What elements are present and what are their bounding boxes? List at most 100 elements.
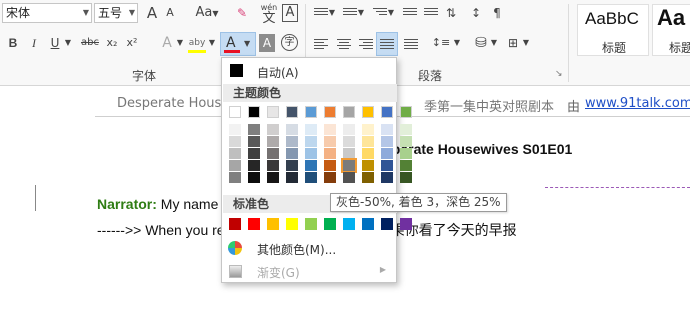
theme-shade-swatch[interactable] bbox=[267, 124, 279, 135]
standard-color-swatch[interactable] bbox=[324, 218, 336, 230]
theme-shade-swatch[interactable] bbox=[324, 172, 336, 183]
highlight-button[interactable]: aby bbox=[188, 33, 206, 53]
phonetic-guide-button[interactable]: wén 文 bbox=[258, 1, 280, 25]
theme-shade-swatch[interactable] bbox=[286, 160, 298, 171]
show-marks-button[interactable]: ¶ bbox=[489, 3, 505, 23]
theme-shade-swatch[interactable] bbox=[229, 160, 241, 171]
chinese-layout-button[interactable]: ⇅ bbox=[443, 3, 459, 23]
char-shading-button[interactable]: A bbox=[259, 34, 275, 52]
bold-button[interactable]: B bbox=[5, 33, 21, 53]
theme-shade-swatch[interactable] bbox=[400, 160, 412, 171]
gradient-option[interactable]: 渐变(G) ▶ bbox=[222, 262, 396, 282]
theme-shade-swatch[interactable] bbox=[343, 148, 355, 159]
theme-color-swatch[interactable] bbox=[400, 106, 412, 118]
enclose-char-button[interactable]: 字 bbox=[281, 34, 298, 51]
theme-shade-swatch[interactable] bbox=[324, 136, 336, 147]
theme-shade-swatch[interactable] bbox=[381, 124, 393, 135]
theme-shade-swatch[interactable] bbox=[362, 136, 374, 147]
shrink-font-button[interactable]: A bbox=[163, 3, 177, 23]
theme-shade-swatch[interactable] bbox=[400, 136, 412, 147]
justify-button[interactable] bbox=[376, 32, 398, 56]
bullets-icon[interactable] bbox=[314, 8, 328, 17]
align-right-icon[interactable] bbox=[359, 39, 373, 51]
dialog-launcher-icon[interactable]: ↘ bbox=[555, 69, 563, 79]
theme-shade-swatch[interactable] bbox=[324, 124, 336, 135]
standard-color-swatch[interactable] bbox=[362, 218, 374, 230]
theme-shade-swatch[interactable] bbox=[362, 160, 374, 171]
style-title-card[interactable]: Aa 标题 bbox=[652, 4, 690, 56]
numbering-icon[interactable] bbox=[343, 8, 357, 17]
theme-shade-swatch[interactable] bbox=[362, 172, 374, 183]
theme-shade-swatch[interactable] bbox=[286, 124, 298, 135]
theme-color-swatch[interactable] bbox=[343, 106, 355, 118]
line-spacing-button[interactable]: ↕≡ bbox=[430, 33, 452, 53]
chevron-down-icon[interactable]: ▼ bbox=[208, 33, 216, 53]
more-colors-option[interactable]: 其他颜色(M)... bbox=[222, 239, 396, 259]
standard-color-swatch[interactable] bbox=[305, 218, 317, 230]
font-name-combo[interactable]: 宋体 ▼ bbox=[2, 3, 92, 23]
chevron-down-icon[interactable]: ▼ bbox=[387, 3, 395, 23]
change-case-button[interactable]: Aa▼ bbox=[193, 3, 221, 23]
theme-shade-swatch[interactable] bbox=[400, 148, 412, 159]
theme-color-swatch[interactable] bbox=[324, 106, 336, 118]
theme-shade-swatch[interactable] bbox=[381, 160, 393, 171]
font-size-combo[interactable]: 五号 ▼ bbox=[94, 3, 138, 23]
chevron-down-icon[interactable]: ▼ bbox=[453, 33, 461, 53]
align-center-icon[interactable] bbox=[337, 39, 351, 51]
standard-color-swatch[interactable] bbox=[229, 218, 241, 230]
theme-shade-swatch[interactable] bbox=[248, 160, 260, 171]
theme-shade-swatch[interactable] bbox=[267, 148, 279, 159]
theme-shade-swatch[interactable] bbox=[305, 172, 317, 183]
theme-shade-swatch[interactable] bbox=[286, 136, 298, 147]
theme-shade-swatch[interactable] bbox=[381, 172, 393, 183]
chevron-down-icon[interactable]: ▼ bbox=[490, 33, 498, 53]
char-border-button[interactable]: A bbox=[282, 4, 298, 22]
theme-shade-swatch[interactable] bbox=[343, 136, 355, 147]
theme-shade-swatch[interactable] bbox=[267, 136, 279, 147]
theme-color-swatch[interactable] bbox=[286, 106, 298, 118]
theme-shade-swatch[interactable] bbox=[343, 172, 355, 183]
standard-color-swatch[interactable] bbox=[343, 218, 355, 230]
theme-shade-swatch[interactable] bbox=[324, 148, 336, 159]
standard-color-swatch[interactable] bbox=[381, 218, 393, 230]
theme-color-swatch[interactable] bbox=[381, 106, 393, 118]
theme-shade-swatch[interactable] bbox=[267, 160, 279, 171]
superscript-button[interactable]: x² bbox=[124, 33, 140, 53]
theme-color-swatch[interactable] bbox=[267, 106, 279, 118]
theme-shade-swatch[interactable] bbox=[362, 148, 374, 159]
underline-button[interactable]: U bbox=[48, 33, 62, 53]
chevron-down-icon[interactable]: ▼ bbox=[522, 33, 530, 53]
theme-shade-swatch[interactable] bbox=[248, 124, 260, 135]
grow-font-button[interactable]: A bbox=[144, 3, 160, 23]
subscript-button[interactable]: x₂ bbox=[104, 33, 120, 53]
theme-shade-swatch[interactable] bbox=[229, 172, 241, 183]
multilevel-list-icon[interactable] bbox=[373, 8, 387, 17]
theme-shade-swatch[interactable] bbox=[305, 160, 317, 171]
shading-button[interactable]: ⛁ bbox=[472, 33, 490, 53]
theme-color-swatch[interactable] bbox=[362, 106, 374, 118]
standard-color-swatch[interactable] bbox=[400, 218, 412, 230]
sort-button[interactable]: ↕ bbox=[468, 3, 484, 23]
text-effects-button[interactable]: A bbox=[159, 33, 175, 53]
theme-color-swatch[interactable] bbox=[305, 106, 317, 118]
borders-button[interactable]: ⊞ bbox=[504, 33, 522, 53]
theme-shade-swatch[interactable] bbox=[343, 124, 355, 135]
clear-format-button[interactable]: ✎ bbox=[233, 3, 251, 23]
font-color-button[interactable]: A ▼ bbox=[220, 32, 256, 56]
theme-shade-swatch[interactable] bbox=[229, 148, 241, 159]
strikethrough-button[interactable]: abc bbox=[78, 33, 102, 53]
decrease-indent-icon[interactable] bbox=[403, 8, 417, 17]
theme-shade-swatch[interactable] bbox=[381, 136, 393, 147]
automatic-color-option[interactable]: 自动(A) bbox=[222, 60, 396, 82]
standard-color-swatch[interactable] bbox=[248, 218, 260, 230]
theme-shade-swatch[interactable] bbox=[381, 148, 393, 159]
theme-shade-swatch[interactable] bbox=[305, 124, 317, 135]
theme-color-swatch[interactable] bbox=[248, 106, 260, 118]
theme-shade-swatch[interactable] bbox=[286, 148, 298, 159]
chevron-down-icon[interactable]: ▼ bbox=[176, 33, 184, 53]
theme-shade-swatch[interactable] bbox=[286, 172, 298, 183]
theme-color-swatch[interactable] bbox=[229, 106, 241, 118]
theme-shade-swatch[interactable] bbox=[324, 160, 336, 171]
chevron-down-icon[interactable]: ▼ bbox=[357, 3, 365, 23]
theme-shade-swatch[interactable] bbox=[362, 124, 374, 135]
